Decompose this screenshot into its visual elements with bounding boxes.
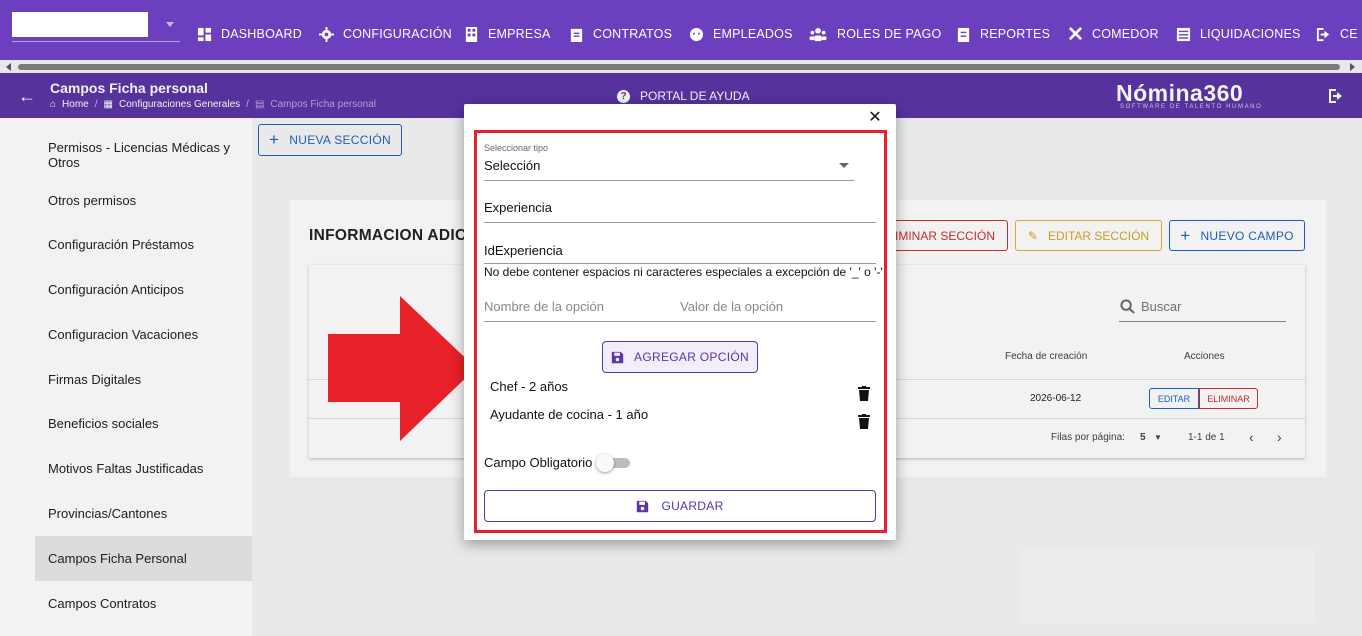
nav-empresa[interactable]: EMPRESA <box>464 24 551 44</box>
red-arrow-annotation <box>328 296 476 441</box>
nav-empleados[interactable]: EMPLEADOS <box>689 24 793 44</box>
utensils-icon <box>1068 26 1083 40</box>
highlight-box-annotation <box>474 130 887 533</box>
dashboard-icon <box>197 27 212 41</box>
nav-dashboard[interactable]: DASHBOARD <box>197 24 302 44</box>
face-icon <box>689 27 704 41</box>
scroll-right-icon[interactable] <box>1350 63 1355 71</box>
field-id-input[interactable]: IdExperiencia <box>484 243 563 258</box>
option-value-input[interactable]: Valor de la opción <box>680 299 783 314</box>
field-name-input[interactable]: Experiencia <box>484 200 552 215</box>
nav-label: CONTRATOS <box>593 27 673 41</box>
nav-ce[interactable]: CE <box>1316 24 1358 44</box>
company-select[interactable] <box>12 12 148 37</box>
chevron-down-icon[interactable] <box>166 22 174 27</box>
nav-liquidaciones[interactable]: LIQUIDACIONES <box>1176 24 1301 44</box>
field-name-underline <box>484 222 876 223</box>
chevron-down-icon[interactable] <box>839 163 849 168</box>
building-icon <box>465 26 478 42</box>
add-option-label: AGREGAR OPCIÓN <box>634 350 749 364</box>
option-inputs-underline <box>484 321 876 322</box>
nav-label: EMPRESA <box>488 27 551 41</box>
nav-label: CE <box>1340 27 1358 41</box>
report-icon <box>957 27 970 42</box>
trash-icon[interactable] <box>858 414 870 429</box>
save-label: GUARDAR <box>661 499 724 513</box>
nav-comedor[interactable]: COMEDOR <box>1068 24 1159 44</box>
nav-label: EMPLEADOS <box>713 27 793 41</box>
nav-reportes[interactable]: REPORTES <box>956 24 1050 44</box>
nav-label: REPORTES <box>980 27 1051 41</box>
type-select-underline <box>484 180 854 181</box>
close-icon[interactable]: ✕ <box>868 110 882 126</box>
save-button[interactable]: GUARDAR <box>484 490 876 522</box>
nav-label: ROLES DE PAGO <box>837 27 942 41</box>
list-icon <box>1176 27 1191 41</box>
clipboard-icon <box>570 28 583 42</box>
company-select-underline <box>12 41 180 42</box>
nav-label: LIQUIDACIONES <box>1200 27 1301 41</box>
option-name-input[interactable]: Nombre de la opción <box>484 299 604 314</box>
nav-label: CONFIGURACIÓN <box>343 27 452 41</box>
save-icon <box>611 351 624 363</box>
nav-configuracion[interactable]: CONFIGURACIÓN <box>319 24 452 44</box>
scrollbar-thumb[interactable] <box>18 64 1340 70</box>
gear-icon <box>319 26 334 42</box>
exit-icon <box>1316 27 1330 41</box>
type-select[interactable]: Selección <box>484 158 540 173</box>
field-id-helper-text: No debe contener espacios ni caracteres … <box>484 265 883 279</box>
field-id-underline <box>484 263 876 264</box>
save-icon <box>637 500 649 512</box>
add-option-button[interactable]: AGREGAR OPCIÓN <box>602 341 758 373</box>
nav-contratos[interactable]: CONTRATOS <box>569 24 672 44</box>
nav-roles-de-pago[interactable]: ROLES DE PAGO <box>808 24 941 44</box>
people-icon <box>809 27 827 41</box>
trash-icon[interactable] <box>858 386 870 401</box>
type-select-label: Seleccionar tipo <box>484 143 549 153</box>
required-toggle-knob[interactable] <box>596 454 614 472</box>
option-item: Ayudante de cocina - 1 año <box>490 407 649 422</box>
required-toggle-label: Campo Obligatorio <box>484 455 593 470</box>
nav-label: DASHBOARD <box>221 27 302 41</box>
option-item: Chef - 2 años <box>490 379 569 394</box>
scroll-left-icon[interactable] <box>6 63 11 71</box>
nav-label: COMEDOR <box>1092 27 1159 41</box>
